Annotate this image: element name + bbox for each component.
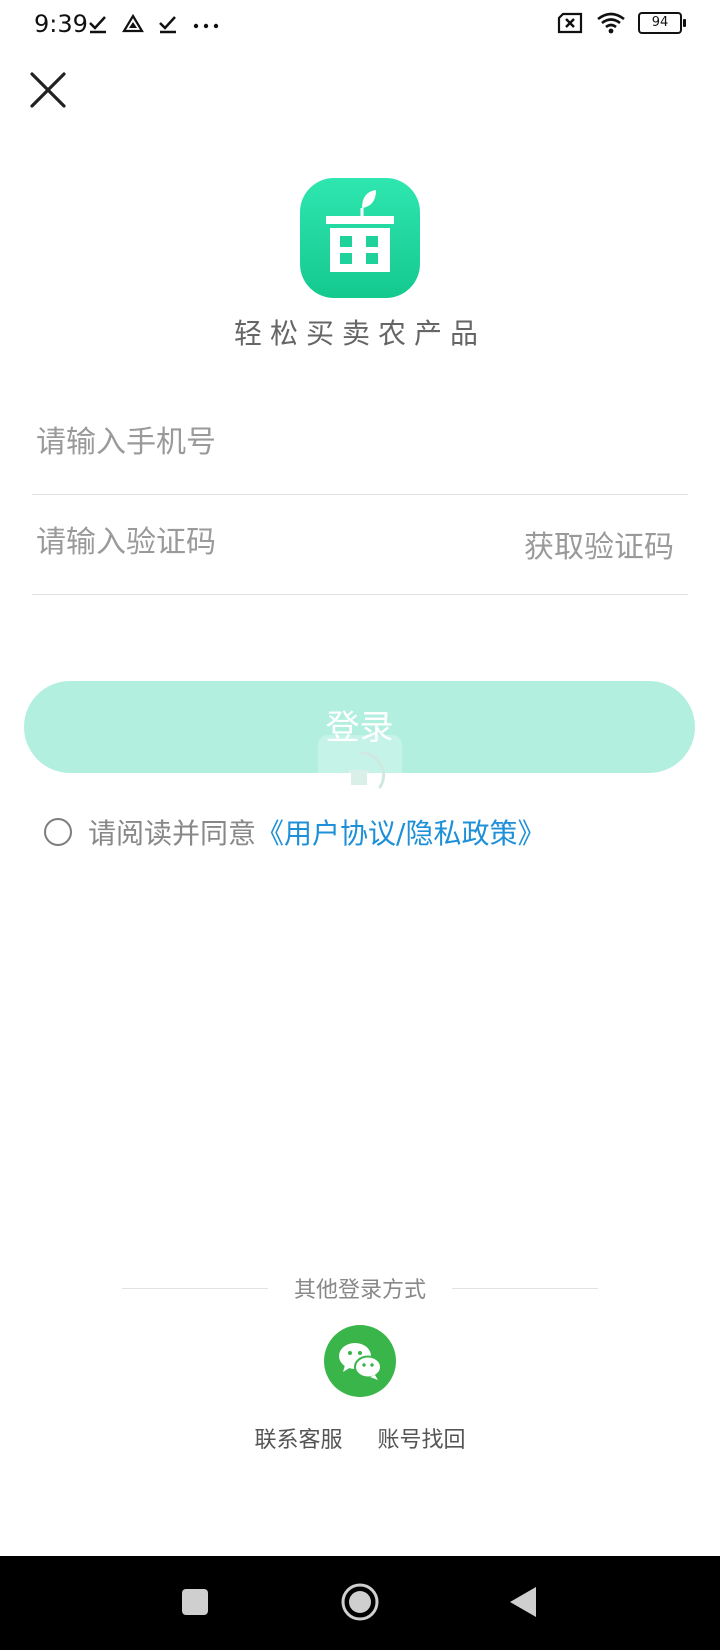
check-icon [89, 16, 106, 34]
code-field-container: 获取验证码 [32, 490, 688, 595]
other-login-title: 其他登录方式 [294, 1278, 427, 1303]
wifi-icon [597, 12, 625, 34]
loading-spinner-icon [349, 751, 386, 789]
divider [452, 1287, 599, 1289]
loading-indicator [318, 735, 402, 819]
contact-service-link[interactable]: 联系客服 [254, 1428, 342, 1453]
footer-links: 联系客服 账号找回 [0, 1422, 720, 1454]
agreement-row: 请阅读并同意 《用户协议/隐私政策》 [44, 812, 545, 852]
app-slogan: 轻松买卖农产品 [233, 317, 486, 350]
back-triangle-icon [510, 1587, 536, 1617]
square-icon [182, 1589, 208, 1615]
no-sim-icon [557, 12, 583, 34]
navigation-bar [0, 1556, 720, 1650]
phone-input[interactable] [32, 390, 460, 494]
other-login-header: 其他登录方式 [122, 1272, 599, 1304]
status-time: 9:39 [34, 10, 88, 38]
battery-indicator: 94 [638, 12, 686, 34]
account-recovery-link[interactable]: 账号找回 [378, 1428, 466, 1453]
home-circle-icon [341, 1583, 379, 1621]
wechat-login-button[interactable] [324, 1325, 396, 1397]
app-logo-icon [300, 178, 420, 298]
agreement-text: 请阅读并同意 [88, 817, 257, 850]
wechat-icon [339, 1343, 382, 1380]
more-icon [193, 23, 219, 29]
agreement-link[interactable]: 《用户协议/隐私政策》 [256, 812, 545, 852]
close-icon [30, 72, 66, 108]
drive-icon [122, 14, 144, 33]
status-bar: 9:39 94 [0, 0, 720, 56]
back-button[interactable] [508, 1585, 538, 1623]
recents-button[interactable] [181, 1588, 209, 1620]
check-icon [159, 16, 176, 34]
divider [122, 1287, 268, 1289]
verification-code-input[interactable] [32, 490, 460, 594]
close-button[interactable] [28, 70, 68, 110]
get-code-button[interactable]: 获取验证码 [524, 522, 674, 566]
phone-field-container [32, 390, 688, 495]
home-button[interactable] [340, 1582, 380, 1626]
agreement-checkbox[interactable] [44, 818, 72, 846]
